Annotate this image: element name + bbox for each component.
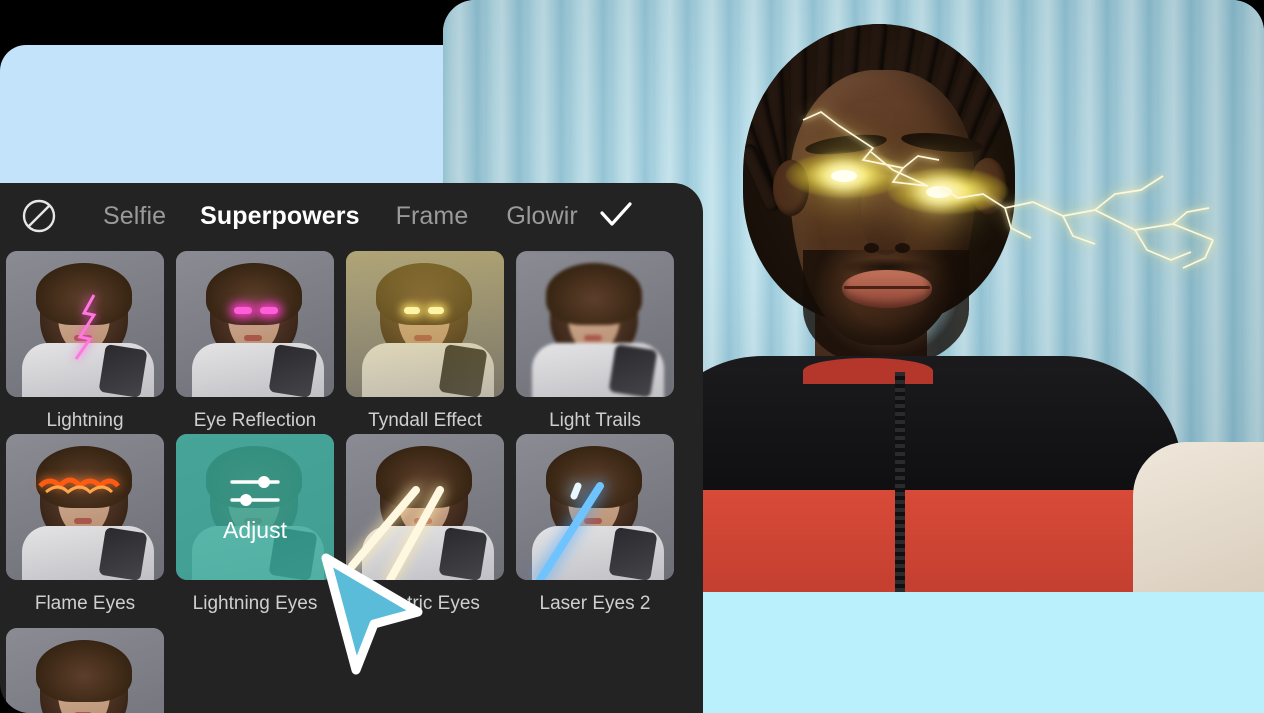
check-icon[interactable] [599,201,633,231]
jacket-red-section [615,490,1215,592]
gold-eyes-overlay [346,251,504,397]
blue-beam-overlay [516,434,674,580]
sliders-icon [230,475,280,506]
effect-item-light-trails[interactable]: Light Trails [510,249,680,432]
effect-thumbnail[interactable] [346,251,504,397]
thumb-art [6,628,164,713]
jacket-cream-section [1133,442,1264,592]
effect-label: Lightning [46,410,124,431]
adjust-label: Adjust [223,516,287,543]
effects-panel: Selfie Superpowers Frame Glowir Lightnin… [0,183,703,713]
effect-thumbnail[interactable] [516,434,674,580]
effect-thumbnail-selected[interactable]: Adjust [176,434,334,580]
effect-item-lightning[interactable]: Lightning [0,249,170,432]
effect-label: Eye Reflection [193,410,317,431]
flame-overlay [6,434,164,580]
tab-frame[interactable]: Frame [396,202,469,231]
tab-selfie[interactable]: Selfie [103,202,166,231]
effect-label: Lightning Eyes [192,593,318,614]
thumb-art [346,251,504,397]
collar-accent [803,358,933,384]
effect-thumbnail[interactable] [6,251,164,397]
effect-thumbnail[interactable] [6,628,164,713]
effect-thumbnail[interactable] [516,251,674,397]
effect-item-laser-eyes-2[interactable]: Laser Eyes 2 [510,432,680,615]
white-beam-overlay [346,434,504,580]
effect-label: Light Trails [549,410,641,431]
effect-item-flame-eyes[interactable]: Flame Eyes [0,432,170,615]
thumb-art [516,251,674,397]
tab-glowing[interactable]: Glowir [506,202,577,231]
effect-thumbnail[interactable] [6,434,164,580]
lightning-bolt-icon [802,111,1214,269]
effect-item-electric-eyes[interactable]: Electric Eyes [340,432,510,615]
effects-tab-bar: Selfie Superpowers Frame Glowir [0,183,703,249]
thumb-art [6,434,164,580]
tab-superpowers[interactable]: Superpowers [200,202,359,231]
effect-item-partial[interactable] [0,615,170,713]
thumb-art [6,251,164,397]
effect-label: Electric Eyes [370,593,480,614]
effect-item-lightning-eyes[interactable]: Adjust Lightning Eyes [170,432,340,615]
screenshot-stage: Selfie Superpowers Frame Glowir Lightnin… [0,0,1264,713]
effect-label: Tyndall Effect [368,410,482,431]
thumb-art [516,434,674,580]
pink-bolt-overlay [6,251,164,397]
effect-item-tyndall-effect[interactable]: Tyndall Effect [340,249,510,432]
background-card [0,45,497,200]
pink-eyes-overlay [176,251,334,397]
effect-label: Laser Eyes 2 [539,593,651,614]
effect-thumbnail[interactable] [346,434,504,580]
zipper [895,372,905,592]
effects-grid: Lightning Eye Reflection Tyndall Effect … [0,249,703,713]
prohibition-icon[interactable] [21,198,57,234]
effect-label: Flame Eyes [34,593,136,614]
thumb-art [176,251,334,397]
effect-thumbnail[interactable] [176,251,334,397]
thumb-art [346,434,504,580]
effect-item-eye-reflection[interactable]: Eye Reflection [170,249,340,432]
adjust-overlay[interactable]: Adjust [176,434,334,580]
